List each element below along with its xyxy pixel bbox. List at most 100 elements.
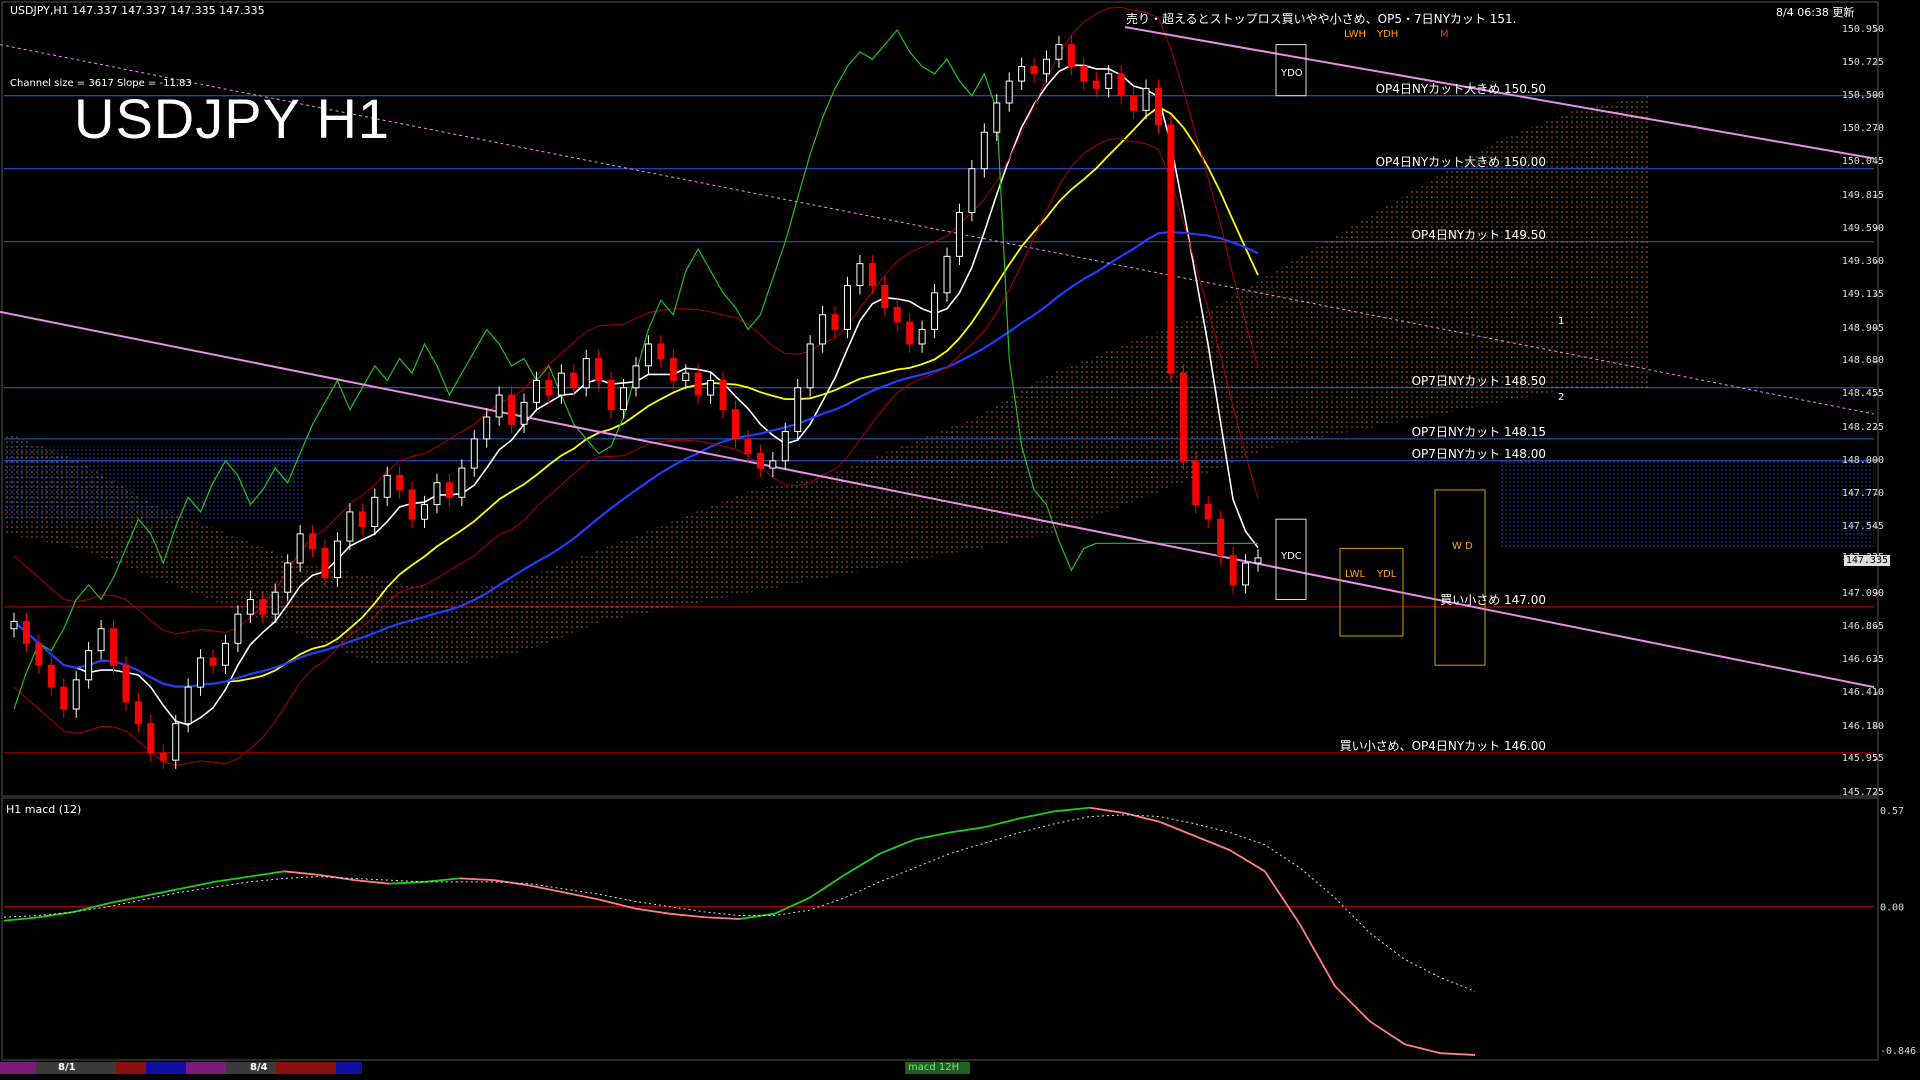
y-tick-label: 146.865	[1841, 620, 1884, 632]
candle-body	[1092, 80, 1100, 89]
macd-segment	[844, 852, 881, 876]
y-tick-label: 150.045	[1841, 156, 1884, 168]
line-1-label: 1	[1558, 316, 1565, 327]
y-tick-label: 149.590	[1841, 222, 1884, 234]
order-level-label: OP4日NYカット大きめ 150.50	[1375, 81, 1546, 96]
candle-body	[458, 467, 466, 498]
candle-body	[893, 306, 901, 323]
candle-body	[1217, 518, 1225, 557]
macd-segment	[809, 874, 846, 899]
candle-body	[1179, 372, 1187, 462]
y-tick-label: 146.410	[1841, 686, 1884, 698]
macd-segment	[108, 895, 145, 904]
candle-body	[557, 372, 565, 396]
candle-body	[669, 358, 677, 381]
candle-body	[856, 263, 864, 287]
y-tick-label: 150.725	[1841, 56, 1884, 68]
macd-segment	[669, 912, 705, 919]
candle-body	[682, 372, 690, 381]
candle-body	[1080, 66, 1088, 82]
candle-body	[408, 489, 416, 520]
candle-body	[781, 431, 789, 462]
y-tick-label: 145.955	[1841, 753, 1884, 765]
candle-body	[756, 452, 764, 469]
y-tick-label: 149.815	[1841, 189, 1884, 201]
macd-segment	[1159, 821, 1196, 837]
ydo-label: YDO	[1281, 68, 1303, 79]
candle-body	[122, 664, 130, 703]
macd-segment	[389, 881, 425, 885]
top-note: 売り・超えるとストップロス買いやや小さめ、OP5・7日NYカット 151.	[1126, 12, 1517, 26]
candle-body	[1192, 460, 1200, 506]
candle-body	[732, 409, 740, 440]
y-tick-label: 148.225	[1841, 421, 1884, 433]
macd-tag: macd 12H	[908, 1062, 960, 1073]
macd-segment	[984, 817, 1020, 829]
candle-body	[383, 474, 391, 498]
line-2-label: 2	[1558, 392, 1565, 403]
candle-body	[707, 379, 715, 396]
y-tick-label: 149.360	[1841, 256, 1884, 268]
candle-body	[271, 591, 279, 615]
macd-header: H1 macd (12)	[6, 803, 82, 816]
y-tick-label: 145.725	[1841, 787, 1884, 798]
candle-body	[806, 343, 814, 389]
candle-body	[259, 599, 267, 615]
candle-body	[234, 613, 242, 644]
order-level-label: OP4日NYカット大きめ 150.00	[1375, 154, 1546, 169]
macd-segment	[1054, 806, 1090, 813]
candle-body	[881, 285, 889, 308]
macd-segment	[424, 877, 460, 883]
candle-body	[445, 482, 453, 498]
candle-body	[197, 657, 205, 688]
candle-body	[582, 358, 590, 389]
macd-segment	[1229, 849, 1266, 873]
y-tick-label: 147.545	[1841, 521, 1884, 533]
date-tag-2: 8/4	[250, 1062, 268, 1073]
cloud-blue-right	[1500, 460, 1874, 549]
y-tick-label: 148.905	[1841, 322, 1884, 334]
candle-body	[508, 394, 516, 425]
macd-segment	[249, 870, 285, 878]
candle-body	[159, 752, 167, 761]
candle-body	[1242, 562, 1250, 586]
macd-segment	[1369, 1020, 1406, 1046]
candle-body	[47, 664, 55, 688]
candle-body	[1154, 87, 1162, 126]
macd-segment	[634, 907, 670, 915]
macd-segment	[1194, 835, 1231, 851]
macd-segment	[1089, 806, 1125, 814]
order-level-label: OP7日NYカット 148.00	[1411, 446, 1546, 461]
candle-body	[1055, 44, 1063, 60]
macd-segment	[914, 831, 950, 841]
candle-body	[719, 379, 727, 411]
macd-segment	[1299, 923, 1336, 987]
candle-body	[321, 547, 329, 579]
candle-body	[1117, 73, 1125, 97]
macd-panel	[3, 806, 1874, 1056]
macd-segment	[1264, 870, 1301, 925]
m-label: M	[1440, 29, 1449, 40]
price-chart[interactable]: 0.57 0.00 -0.846	[0, 0, 1920, 1080]
candle-body	[495, 394, 503, 418]
macd-panel-frame	[1, 797, 1879, 1061]
chart-title: USDJPY H1	[74, 87, 391, 150]
candle-body	[296, 533, 304, 564]
y-tick-label: 146.180	[1841, 720, 1884, 732]
macd-segment	[879, 838, 915, 855]
date-tag-1: 8/1	[58, 1062, 76, 1073]
candle-body	[595, 358, 603, 381]
candle-body	[657, 343, 665, 360]
candle-body	[968, 168, 976, 214]
macd-segment	[3, 916, 40, 922]
candle-body	[1018, 66, 1026, 82]
candle-body	[483, 416, 491, 440]
macd-tick-label: -0.846	[1880, 1046, 1916, 1057]
candle-body	[35, 642, 43, 666]
macd-tick-label: 0.57	[1880, 806, 1904, 817]
macd-segment	[1124, 812, 1161, 823]
macd-segment	[739, 912, 775, 920]
macd-segment	[143, 888, 180, 897]
candle-body	[1204, 504, 1212, 520]
y-tick-label: 150.270	[1841, 123, 1884, 135]
